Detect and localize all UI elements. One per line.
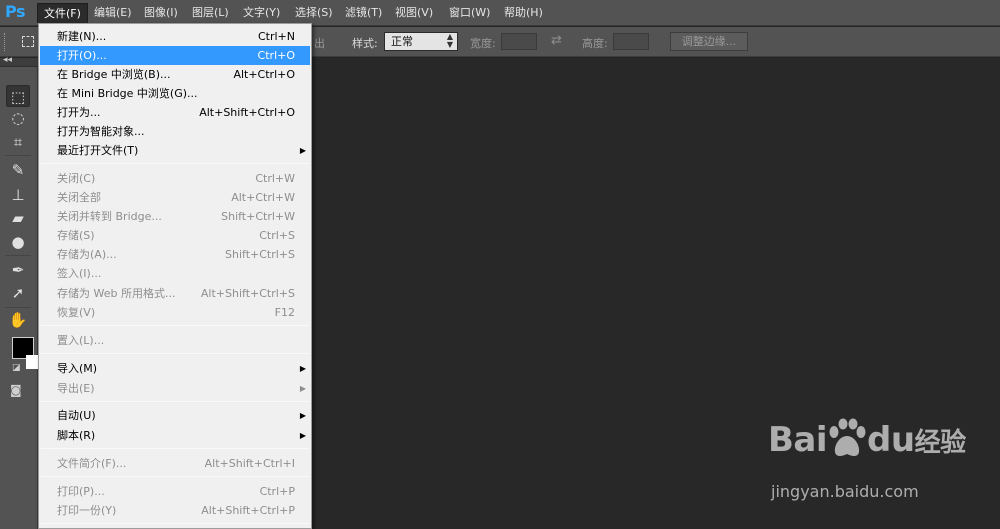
menu-item-save-for-web[interactable]: 存储为 Web 所用格式... Alt+Shift+Ctrl+S (40, 284, 310, 303)
blur-tool-icon[interactable]: ● (6, 231, 30, 253)
lasso-tool-icon[interactable]: ◌ (6, 107, 30, 129)
menu-item-save-as[interactable]: 存储为(A)... Shift+Ctrl+S (40, 245, 310, 264)
menu-separator (41, 401, 309, 402)
tools-panel-header[interactable]: ◂◂ (0, 55, 38, 67)
default-colors-icon[interactable]: ◪ (12, 363, 21, 373)
menu-item-new[interactable]: 新建(N)... Ctrl+N (40, 27, 310, 46)
submenu-arrow-icon: ▶ (299, 146, 306, 155)
submenu-arrow-icon: ▶ (299, 384, 306, 393)
menu-item-check-in[interactable]: 签入(I)... (40, 264, 310, 283)
eraser-tool-icon[interactable]: ▰ (6, 207, 30, 229)
menu-image[interactable]: 图像(I) (138, 3, 184, 23)
watermark-url: jingyan.baidu.com (771, 482, 919, 501)
tool-separator (5, 255, 31, 256)
hand-tool-icon[interactable]: ✋ (6, 309, 30, 331)
photoshop-logo-icon: Ps (5, 2, 25, 21)
file-menu-dropdown: 新建(N)... Ctrl+N 打开(O)... Ctrl+O 在 Bridge… (38, 23, 312, 529)
menu-separator (41, 163, 309, 164)
menu-item-print[interactable]: 打印(P)... Ctrl+P (40, 482, 310, 501)
crop-tool-icon[interactable]: ⌗ (6, 131, 30, 153)
collapse-panel-icon[interactable]: ◂◂ (3, 55, 12, 65)
menu-item-file-info[interactable]: 文件简介(F)... Alt+Shift+Ctrl+I (40, 454, 310, 473)
style-select-value: 正常 (391, 35, 413, 48)
select-arrows-icon: ▲ ▼ (446, 32, 453, 49)
menu-item-import[interactable]: 导入(M) ▶ (40, 359, 310, 378)
menu-window[interactable]: 窗口(W) (443, 3, 496, 23)
menu-item-open-as-smart-object[interactable]: 打开为智能对象... (40, 122, 310, 141)
tools-panel: ⬚ ◌ ⌗ ✎ ⊥ ▰ ● ✒ ➚ ✋ ◪ ◙ (0, 67, 38, 529)
rectangular-marquee-tool-icon[interactable]: ⬚ (6, 85, 30, 107)
menu-item-close-all[interactable]: 关闭全部 Alt+Ctrl+W (40, 188, 310, 207)
height-label: 高度: (582, 37, 608, 50)
menu-edit[interactable]: 编辑(E) (88, 3, 138, 23)
menu-filter[interactable]: 滤镜(T) (339, 3, 388, 23)
menu-item-save[interactable]: 存储(S) Ctrl+S (40, 226, 310, 245)
clone-stamp-icon[interactable]: ⊥ (6, 184, 30, 206)
menu-item-open-as[interactable]: 打开为... Alt+Shift+Ctrl+O (40, 103, 310, 122)
menu-item-recent-files[interactable]: 最近打开文件(T) ▶ (40, 141, 310, 160)
submenu-arrow-icon: ▶ (299, 411, 306, 420)
spot-healing-brush-icon[interactable]: ✎ (6, 159, 30, 181)
marquee-preset-icon[interactable] (22, 36, 34, 47)
menu-item-browse-in-mini-bridge[interactable]: 在 Mini Bridge 中浏览(G)... (40, 84, 310, 103)
menu-item-automate[interactable]: 自动(U) ▶ (40, 406, 310, 425)
menu-item-print-one-copy[interactable]: 打印一份(Y) Alt+Shift+Ctrl+P (40, 501, 310, 520)
submenu-arrow-icon: ▶ (299, 364, 306, 373)
menu-layer[interactable]: 图层(L) (186, 3, 235, 23)
path-selection-icon[interactable]: ➚ (6, 282, 30, 304)
options-partial-label: 出 (314, 37, 325, 50)
submenu-arrow-icon: ▶ (299, 431, 306, 440)
refine-edge-button[interactable]: 调整边缘... (670, 32, 748, 51)
menu-item-close-and-go-to-bridge[interactable]: 关闭并转到 Bridge... Shift+Ctrl+W (40, 207, 310, 226)
menu-view[interactable]: 视图(V) (389, 3, 439, 23)
baidu-paw-icon (829, 418, 866, 456)
menu-help[interactable]: 帮助(H) (498, 3, 549, 23)
menu-separator (41, 325, 309, 326)
background-color-swatch[interactable] (26, 355, 38, 369)
width-label: 宽度: (470, 37, 496, 50)
pen-tool-icon[interactable]: ✒ (6, 259, 30, 281)
menu-item-place[interactable]: 置入(L)... (40, 331, 310, 350)
baidu-jingyan-watermark: Bai du经验 jingyan.baidu.com (768, 418, 988, 515)
quick-mask-icon[interactable]: ◙ (10, 383, 22, 397)
menu-separator (41, 476, 309, 477)
tool-separator (5, 155, 31, 156)
menu-separator (41, 353, 309, 354)
menu-separator (41, 523, 309, 524)
menu-item-export[interactable]: 导出(E) ▶ (40, 379, 310, 398)
menu-select[interactable]: 选择(S) (289, 3, 339, 23)
tool-separator (5, 307, 31, 308)
menu-type[interactable]: 文字(Y) (237, 3, 286, 23)
options-grip[interactable] (4, 33, 8, 51)
width-input[interactable] (501, 33, 537, 50)
menu-item-open[interactable]: 打开(O)... Ctrl+O (40, 46, 310, 65)
menu-file[interactable]: 文件(F) (37, 3, 88, 23)
swap-dimensions-icon[interactable]: ⇄ (551, 33, 562, 48)
menu-item-scripts[interactable]: 脚本(R) ▶ (40, 426, 310, 445)
menu-item-revert[interactable]: 恢复(V) F12 (40, 303, 310, 322)
height-input[interactable] (613, 33, 649, 50)
style-select[interactable]: 正常 ▲ ▼ (384, 32, 458, 51)
style-label: 样式: (352, 37, 378, 50)
menu-item-close[interactable]: 关闭(C) Ctrl+W (40, 169, 310, 188)
menu-item-browse-in-bridge[interactable]: 在 Bridge 中浏览(B)... Alt+Ctrl+O (40, 65, 310, 84)
menu-separator (41, 448, 309, 449)
